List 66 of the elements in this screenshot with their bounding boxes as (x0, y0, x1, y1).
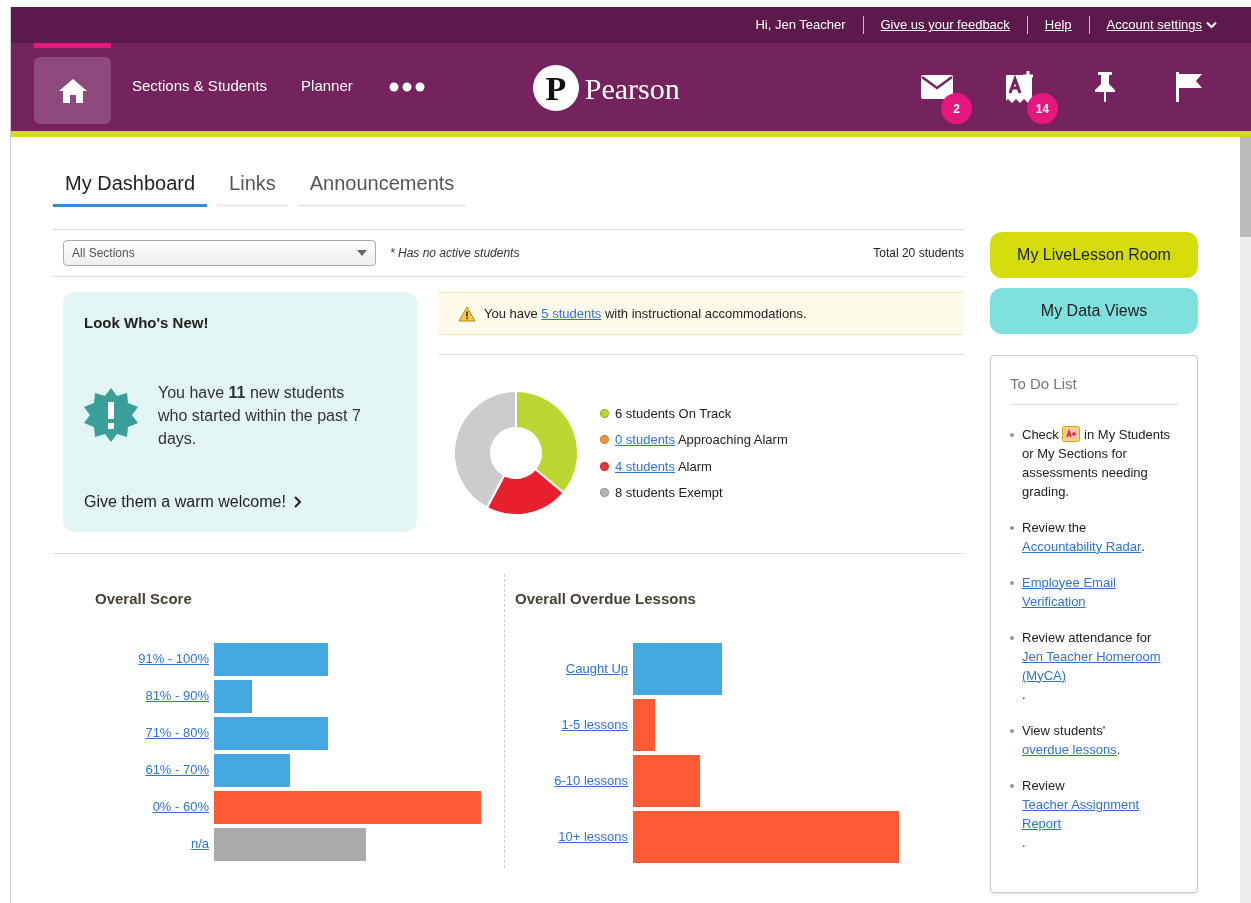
category-link[interactable]: 10+ lessons (515, 826, 628, 847)
todo-title: To Do List (1010, 373, 1178, 405)
dropdown-arrow-icon (357, 250, 367, 256)
chevron-down-icon (1206, 21, 1217, 29)
logo-text: Pearson (584, 70, 680, 107)
todo-item: View students' overdue lessons. (1022, 721, 1122, 759)
todo-link[interactable]: Accountability Radar (1022, 536, 1142, 556)
legend-label: 4 students Alarm (615, 457, 712, 476)
home-button[interactable] (34, 57, 111, 124)
pin-icon (1094, 72, 1116, 102)
category-link[interactable]: 61% - 70% (95, 760, 209, 780)
welcome-link[interactable]: Give them a warm welcome! (84, 490, 396, 514)
header-link[interactable]: Help (1044, 15, 1072, 35)
logo-mark: P (532, 65, 579, 111)
category-link[interactable]: 1-5 lessons (515, 714, 628, 735)
account-settings-menu[interactable]: Account settings (1106, 15, 1217, 35)
legend-label: 0 students Approaching Alarm (615, 431, 788, 449)
todo-link[interactable]: Employee Email Verification (1022, 572, 1178, 611)
warning-icon (458, 305, 476, 322)
category-link[interactable]: Caught Up (515, 658, 628, 679)
category-link[interactable]: 0% - 60% (95, 797, 209, 817)
tab[interactable]: Announcements (297, 168, 467, 207)
legend-label: 8 students Exempt (615, 484, 723, 502)
filter-note: * Has no active students (390, 245, 520, 262)
side-button[interactable]: My LiveLesson Room (990, 232, 1198, 278)
section-dropdown[interactable]: All Sections (63, 240, 376, 266)
legend-label: 6 students On Track (615, 404, 732, 423)
grade-icon (1062, 425, 1081, 442)
category-link[interactable]: 91% - 100% (95, 649, 209, 669)
flag-button[interactable] (1173, 71, 1205, 103)
tab[interactable]: My Dashboard (53, 168, 208, 207)
chart-title: Overall Overdue Lessons (515, 589, 697, 609)
todo-link[interactable]: Jen Teacher Homeroom (MyCA) (1022, 646, 1178, 685)
alert-badge-icon (84, 388, 138, 442)
header-link[interactable]: Give us your feedback (880, 15, 1010, 35)
todo-link[interactable]: overdue lessons (1022, 739, 1117, 759)
chart-title: Overall Score (95, 589, 193, 609)
todo-item: Check in My Students or My Sections for assessments needing grading. (1022, 424, 1172, 501)
students-link[interactable]: 4 students (615, 458, 675, 474)
count-badge: 14 (1027, 93, 1058, 124)
category-link[interactable]: 81% - 90% (95, 686, 209, 706)
category-link[interactable]: 6-10 lessons (515, 770, 628, 791)
flag-icon (1174, 72, 1204, 102)
alert-message: You have 5 students with instructional accommodations. (484, 304, 807, 323)
home-icon (57, 77, 88, 104)
greeting: Hi, Jen Teacher (755, 16, 846, 35)
total-students: Total 20 students (873, 245, 964, 262)
category-link[interactable]: n/a (95, 834, 209, 854)
graded-paper-icon (1006, 71, 1036, 103)
students-link[interactable]: 5 students (541, 305, 602, 321)
chevron-right-icon (293, 496, 301, 508)
new-students-message: You have 11 new students who started within the past 7 days. (158, 382, 362, 449)
side-button[interactable]: My Data Views (990, 288, 1198, 334)
nav-link[interactable]: Sections & Students (132, 75, 268, 98)
todo-item: Review the Accountability Radar. (1022, 518, 1146, 556)
todo-item: Review attendance for Jen Teacher Homeroom (MyCA) . (1022, 627, 1178, 704)
count-badge: 2 (941, 93, 972, 124)
card-title: Look Who's New! (84, 313, 210, 333)
todo-link[interactable]: Teacher Assignment Report (1022, 794, 1178, 833)
todo-item: Review Teacher Assignment Report . (1022, 775, 1178, 852)
mail-icon (921, 75, 953, 99)
tab[interactable]: Links (217, 168, 288, 207)
category-link[interactable]: 71% - 80% (95, 723, 209, 743)
students-link[interactable]: 0 students (615, 432, 675, 447)
more-icon (388, 81, 425, 92)
nav-link[interactable]: Planner (301, 75, 353, 98)
